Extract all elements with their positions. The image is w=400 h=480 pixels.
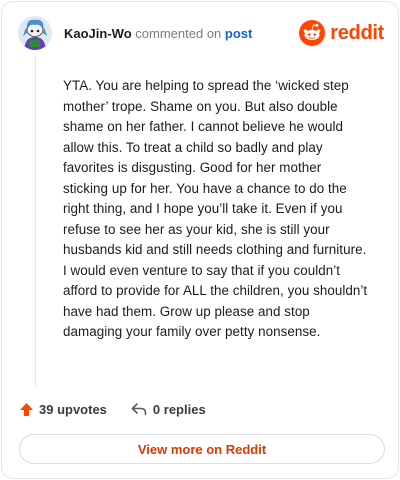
- reply-button[interactable]: 0 replies: [131, 402, 206, 417]
- upvote-button[interactable]: 39 upvotes: [19, 402, 107, 417]
- meta-verb: commented on: [135, 26, 222, 41]
- snoo-avatar-icon: [18, 16, 52, 50]
- reply-count: 0 replies: [152, 401, 206, 417]
- comment-actions: 39 upvotes 0 replies: [19, 400, 206, 418]
- view-more-button[interactable]: View more on Reddit: [19, 434, 385, 464]
- thread-line: [35, 56, 36, 386]
- upvote-count: 39 upvotes: [39, 401, 107, 417]
- upvote-arrow-icon: [20, 402, 33, 416]
- user-avatar[interactable]: [18, 16, 52, 50]
- username-link[interactable]: KaoJin-Wo: [64, 26, 132, 41]
- reply-arrow-icon: [131, 403, 147, 416]
- comment-embed-card: KaoJin-Wo commented on post reddit YTA. …: [1, 1, 399, 479]
- comment-body: YTA. You are helping to spread the ‘wick…: [63, 78, 368, 339]
- reddit-brand[interactable]: reddit: [299, 18, 384, 48]
- comment-header: KaoJin-Wo commented on post reddit: [18, 16, 384, 56]
- reddit-logo-icon: [299, 20, 326, 46]
- post-link[interactable]: post: [225, 26, 252, 41]
- reddit-wordmark: reddit: [330, 21, 384, 44]
- comment-meta: KaoJin-Wo commented on post: [64, 26, 252, 41]
